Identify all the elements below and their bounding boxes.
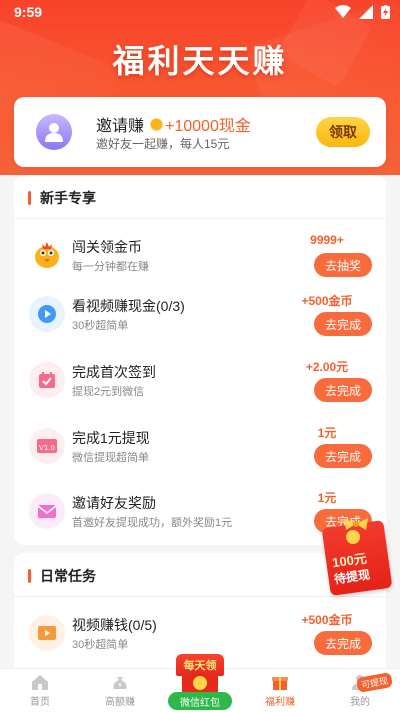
task-action-button[interactable]: 去完成: [314, 444, 372, 468]
task-action-button[interactable]: 去完成: [314, 312, 372, 336]
section-title: 新手专享: [40, 190, 96, 206]
task-reward: +2.00元: [305, 360, 349, 374]
newbie-section: 新手专享 闯关领金币 每一分钟都在赚 9999+ 去抽奖 看视频赚现金(0/3)…: [14, 175, 386, 545]
task-name: 闯关领金币: [72, 239, 142, 255]
task-desc: 30秒超简单: [72, 320, 129, 332]
center-pack-top: 每天领: [176, 654, 224, 676]
task-desc: 首邀好友提现成功，额外奖励1元: [72, 517, 233, 529]
task-name: 邀请好友奖励: [72, 495, 156, 511]
play-video-icon: [29, 296, 65, 332]
floating-red-packet[interactable]: 100元 待提现: [321, 516, 393, 596]
nav-label: 我的: [350, 697, 370, 708]
invite-card[interactable]: 邀请赚 +10000现金 邀好友一起赚，每人15元 领取: [14, 97, 386, 167]
battery-icon: [381, 5, 390, 19]
section-header: 新手专享: [28, 188, 96, 208]
status-time: 9:59: [14, 4, 43, 20]
section-accent-bar: [28, 191, 31, 205]
task-desc: 每一分钟都在赚: [72, 261, 149, 273]
nav-item-mine[interactable]: 我的 可提现: [320, 669, 400, 712]
task-reward: 9999+: [310, 233, 344, 247]
nav-label: 高额赚: [105, 697, 135, 708]
invite-reward: +10000现金: [165, 118, 251, 135]
nav-label: 福利赚: [265, 697, 295, 708]
nav-item-home[interactable]: 首页: [0, 669, 80, 712]
task-desc: 微信提现超简单: [72, 452, 149, 464]
svg-text:¥: ¥: [118, 682, 122, 689]
coin-icon: [193, 676, 207, 690]
nav-item-welfare[interactable]: 福利赚: [240, 669, 320, 712]
task-action-button[interactable]: 去抽奖: [314, 253, 372, 277]
gift-icon: [272, 677, 288, 690]
signal-icon: [359, 5, 373, 19]
coin-icon: [150, 117, 164, 131]
nav-label: 首页: [30, 697, 50, 708]
home-icon: [32, 675, 48, 690]
task-name: 视频赚钱(0/5): [72, 617, 157, 633]
invite-avatar-icon: [36, 114, 72, 150]
task-reward: 1元: [317, 426, 337, 440]
nav-item-high-earn[interactable]: ¥ 高额赚: [80, 669, 160, 712]
divider: [14, 218, 386, 219]
task-action-button[interactable]: 去完成: [314, 631, 372, 655]
envelope-icon: [29, 493, 65, 529]
money-bag-icon: ¥: [113, 677, 127, 689]
divider: [14, 596, 386, 597]
section-accent-bar: [28, 569, 31, 583]
invite-title: 邀请赚: [96, 118, 145, 135]
section-header: 日常任务: [28, 566, 96, 586]
task-row[interactable]: 完成首次签到 提现2元到微信 +2.00元 去完成: [14, 350, 386, 410]
status-icons: [335, 5, 390, 19]
task-name: 完成首次签到: [72, 364, 156, 380]
coin-seal-icon: [346, 530, 360, 544]
task-reward: +500金币: [301, 294, 353, 308]
status-bar: 9:59: [0, 0, 400, 24]
task-reward: 1元: [317, 491, 337, 505]
task-name: 看视频赚现金(0/3): [72, 298, 185, 314]
task-name: 完成1元提现: [72, 430, 150, 446]
withdraw-ticket-icon: V1.0: [29, 428, 65, 464]
task-row[interactable]: V1.0 完成1元提现 微信提现超简单 1元 去完成: [14, 416, 386, 476]
task-row[interactable]: 看视频赚现金(0/3) 30秒超简单 +500金币 去完成: [14, 284, 386, 344]
bow-icon: [344, 518, 368, 530]
task-reward: +500金币: [301, 613, 353, 627]
task-desc: 30秒超简单: [72, 639, 129, 651]
center-red-packet-button[interactable]: 每天领 微信红包: [168, 654, 232, 712]
section-title: 日常任务: [40, 568, 96, 584]
task-row[interactable]: 闯关领金币 每一分钟都在赚 9999+ 去抽奖: [14, 225, 386, 285]
invite-title-row: 邀请赚 +10000现金: [96, 112, 251, 136]
chick-mascot-icon: [29, 237, 65, 273]
invite-subtitle: 邀好友一起赚，每人15元: [96, 137, 230, 151]
calendar-check-icon: [29, 362, 65, 398]
wifi-icon: [335, 5, 351, 18]
task-desc: 提现2元到微信: [72, 386, 145, 398]
claim-button[interactable]: 领取: [316, 117, 370, 147]
page-title: 福利天天赚: [112, 43, 288, 79]
task-action-button[interactable]: 去完成: [314, 378, 372, 402]
center-pack-label: 微信红包: [168, 692, 232, 710]
svg-text:V1.0: V1.0: [39, 444, 55, 452]
video-icon: [29, 615, 65, 651]
